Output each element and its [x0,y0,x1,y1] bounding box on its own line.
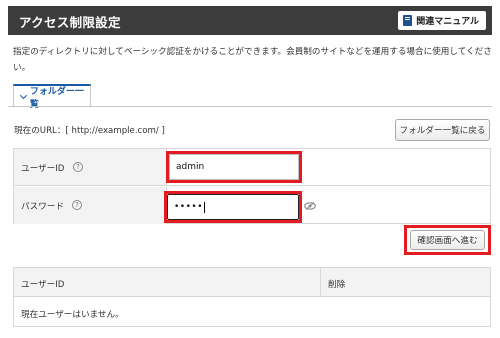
column-delete: 削除 [328,280,346,290]
empty-user-message: 現在ユーザーはいません。 [21,310,124,320]
user-table-header: ユーザーID 削除 [14,268,490,297]
user-table: ユーザーID 削除 現在ユーザーはいません。 [13,267,491,327]
related-manual-label: 関連マニュアル [416,17,479,27]
eye-slash-icon[interactable] [304,202,316,210]
tab-folder-list[interactable]: フォルダー一覧 [13,84,91,110]
tab-divider [8,106,492,107]
page-header: アクセス制限設定 関連マニュアル [8,6,492,35]
proceed-to-confirm-button[interactable]: 確認画面へ進む [410,230,485,250]
current-url: 現在のURL：[ http://example.com/ ] [14,126,165,136]
chevron-down-icon [19,91,27,99]
page-title: アクセス制限設定 [19,15,121,30]
book-icon [403,15,413,26]
related-manual-button[interactable]: 関連マニュアル [398,11,486,30]
help-icon[interactable]: ? [73,162,83,172]
help-icon[interactable]: ? [72,200,82,210]
page-description: 指定のディレクトリに対してベーシック認証をかけることができます。会員制のサイトな… [13,47,492,73]
password-input[interactable]: ••••• [167,194,299,220]
column-user-id: ユーザーID [21,280,65,290]
back-to-folder-list-button[interactable]: フォルダー一覧に戻る [395,119,490,141]
password-value: ••••• [174,202,204,212]
text-caret [204,201,206,213]
user-id-input[interactable]: admin [169,154,299,180]
password-header-cell: パスワード ? [14,187,167,224]
password-label: パスワード [21,202,64,212]
user-id-label: ユーザーID [21,164,65,174]
user-id-header-cell: ユーザーID ? [14,149,167,185]
column-divider [320,268,321,297]
user-id-value: admin [176,162,205,172]
